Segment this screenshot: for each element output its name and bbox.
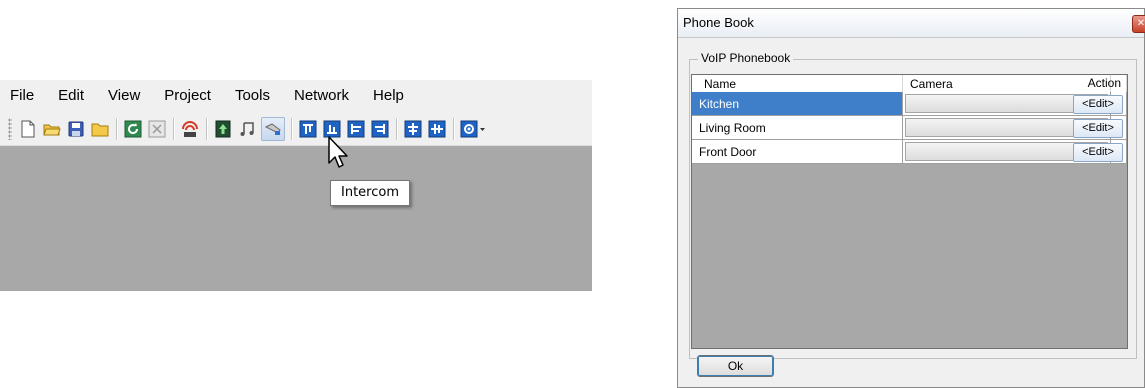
table-header: Name Camera Action [692,75,1127,93]
toolbar-separator [173,117,174,140]
menu-view[interactable]: View [96,80,152,112]
table-row[interactable]: Front Door [692,140,1127,164]
toolbar-separator [396,117,397,140]
menu-project[interactable]: Project [152,80,223,112]
save-icon[interactable] [66,119,86,139]
toolbar-separator [291,117,292,140]
menu-bar: File Edit View Project Tools Network Hel… [0,80,592,112]
folder-icon[interactable] [90,119,110,139]
center-vertical-icon[interactable] [427,119,447,139]
edit-button[interactable]: <Edit> [1073,119,1123,138]
open-folder-icon[interactable] [42,119,62,139]
mouse-cursor-icon [328,136,348,168]
ok-button[interactable]: Ok [697,355,774,377]
phonebook-table: Name Camera Action Kitchen <Edit> Living… [691,74,1128,349]
menu-file[interactable]: File [0,80,46,112]
close-icon[interactable]: ✕ [1132,15,1145,33]
row-name-cell[interactable]: Living Room [692,116,903,140]
dialog-titlebar[interactable]: Phone Book ✕ [678,9,1145,38]
edit-button[interactable]: <Edit> [1073,95,1123,114]
main-window: File Edit View Project Tools Network Hel… [0,80,592,291]
refresh-icon[interactable] [123,119,143,139]
upload-icon[interactable] [213,119,233,139]
row-name-cell[interactable]: Front Door [692,140,903,164]
settings-dropdown-icon[interactable] [460,119,486,139]
table-row[interactable]: Living Room [692,116,1127,140]
phone-book-dialog: Phone Book ✕ VoIP Phonebook Name Camera … [677,8,1145,388]
intercom-icon[interactable] [261,116,285,141]
toolbar-separator [453,117,454,140]
align-right-icon[interactable] [370,119,390,139]
tooltip: Intercom [330,180,410,206]
column-header-name[interactable]: Name [692,75,903,92]
center-horizontal-icon[interactable] [403,119,423,139]
column-header-action-label: Action [1087,76,1121,90]
align-top-icon[interactable] [298,119,318,139]
edit-button[interactable]: <Edit> [1073,143,1123,162]
toolbar-separator [206,117,207,140]
menu-edit[interactable]: Edit [46,80,96,112]
group-label: VoIP Phonebook [698,51,794,65]
row-name-cell[interactable]: Kitchen [692,92,903,116]
menu-tools[interactable]: Tools [223,80,282,112]
toolbar [0,112,592,146]
menu-network[interactable]: Network [282,80,361,112]
signal-icon[interactable] [180,119,200,139]
toolbar-grip[interactable] [8,117,12,140]
menu-help[interactable]: Help [361,80,416,112]
music-icon[interactable] [237,119,257,139]
toolbar-separator [116,117,117,140]
table-row[interactable]: Kitchen [692,92,1127,116]
new-file-icon[interactable] [18,119,38,139]
column-header-camera[interactable]: Camera [903,75,1111,92]
close-project-icon[interactable] [147,119,167,139]
dialog-title: Phone Book [683,15,754,30]
